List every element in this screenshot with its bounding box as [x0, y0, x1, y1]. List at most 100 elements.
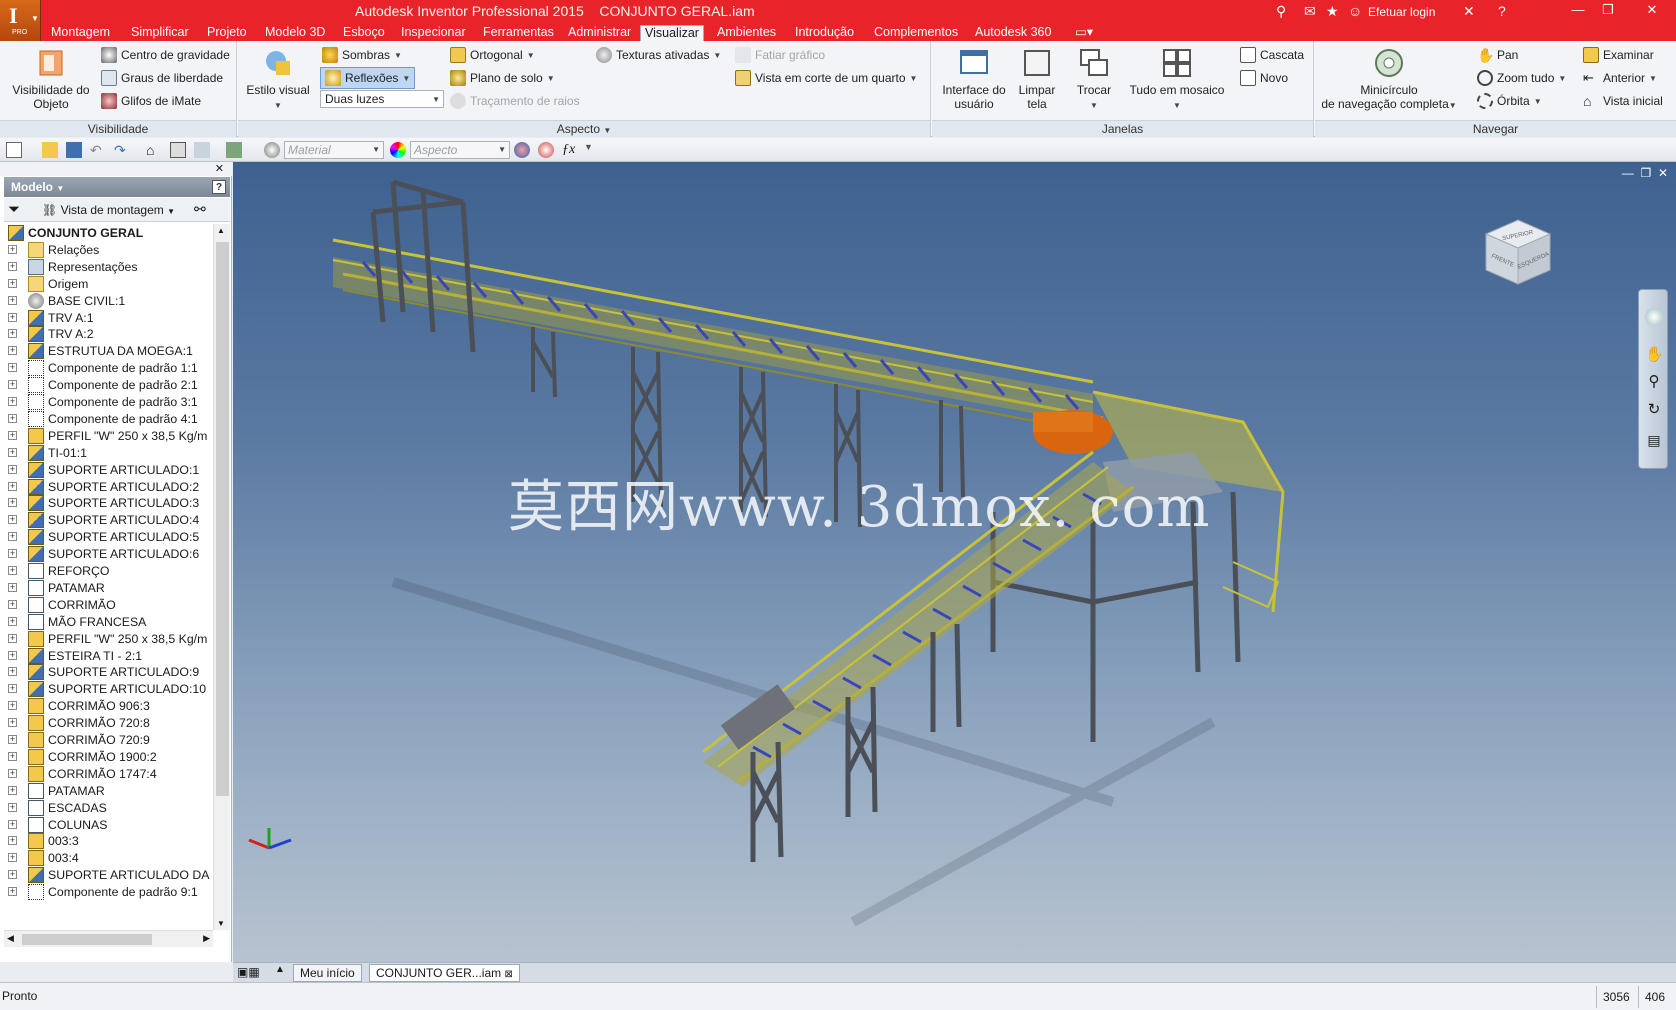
novo-button[interactable]: Novo: [1240, 70, 1288, 86]
expand-icon[interactable]: +: [8, 633, 17, 643]
minimize-icon[interactable]: —: [1622, 166, 1634, 180]
tab-ambientes[interactable]: Ambientes: [713, 25, 780, 41]
tab-conjunto-geral[interactable]: CONJUNTO GER...iam ⊠: [369, 964, 520, 982]
tree-node[interactable]: +003:3: [4, 832, 212, 850]
tree-node[interactable]: + SUPORTE ARTICULADO:9: [4, 663, 212, 681]
expand-icon[interactable]: +: [8, 718, 17, 728]
tab-visualizar[interactable]: Visualizar: [640, 25, 704, 41]
tree-node[interactable]: + TRV A:2: [4, 325, 212, 343]
select-mode-icon[interactable]: [226, 142, 242, 158]
tab-meu-inicio[interactable]: Meu início: [293, 964, 362, 982]
appearance-select[interactable]: Aspecto ▼: [410, 141, 510, 159]
home-icon[interactable]: ⌂: [146, 142, 162, 158]
open-documents-icon[interactable]: ▲: [275, 964, 285, 975]
tree-node[interactable]: + CORRIMÃO 906:3: [4, 697, 212, 715]
interface-usuario-button[interactable]: Interface do usuário: [938, 47, 1010, 111]
tree-node[interactable]: + REFORÇO: [4, 562, 212, 580]
object-visibility-button[interactable]: Visibilidade do Objeto: [6, 47, 96, 111]
expand-icon[interactable]: +: [8, 261, 17, 271]
viewcube[interactable]: SUPERIOR FRENTE ESQUERDA: [1478, 212, 1558, 292]
tab-esboco[interactable]: Esboço: [339, 25, 389, 41]
tree-node[interactable]: + Componente de padrão 1:1: [4, 359, 212, 377]
expand-icon[interactable]: +: [8, 836, 17, 846]
expand-icon[interactable]: +: [8, 701, 17, 711]
sombras-button[interactable]: Sombras ▼: [322, 47, 402, 63]
expand-icon[interactable]: +: [8, 346, 17, 356]
expand-icon[interactable]: +: [8, 735, 17, 744]
tile-windows-icon[interactable]: ▣▦: [237, 965, 260, 979]
tree-node[interactable]: +003:4: [4, 849, 212, 867]
tree-node[interactable]: + ESTRUTUA DA MOEGA:1: [4, 342, 212, 360]
estilo-visual-button[interactable]: Estilo visual ▼: [242, 47, 314, 113]
expand-icon[interactable]: +: [8, 244, 17, 254]
scroll-up-icon[interactable]: ▲: [217, 226, 225, 235]
scroll-left-icon[interactable]: ◀: [7, 933, 14, 944]
expand-icon[interactable]: +: [8, 785, 17, 795]
tree-node[interactable]: + COLUNAS: [4, 816, 212, 834]
find-binoculars-icon[interactable]: ⚯: [194, 201, 206, 218]
close-icon[interactable]: ✕: [215, 162, 224, 175]
limpar-tela-button[interactable]: Limpar tela: [1012, 47, 1062, 111]
tree-node[interactable]: + SUPORTE ARTICULADO:4: [4, 511, 212, 529]
tree-node[interactable]: + ESCADAS: [4, 799, 212, 817]
clear-appearance-icon[interactable]: [538, 142, 554, 158]
expand-icon[interactable]: +: [8, 295, 17, 305]
minicirculo-button[interactable]: Minicírculo de navegação completa▼: [1315, 47, 1463, 113]
ribbon-options-icon[interactable]: ▭▾: [1071, 25, 1097, 41]
expand-icon[interactable]: +: [8, 278, 17, 288]
tree-node[interactable]: + SUPORTE ARTICULADO:5: [4, 528, 212, 546]
expand-icon[interactable]: +: [8, 853, 17, 863]
tree-horizontal-scrollbar[interactable]: ◀ ▶: [4, 930, 213, 947]
tree-node[interactable]: + MÃO FRANCESA: [4, 613, 212, 631]
scroll-thumb[interactable]: [216, 242, 229, 796]
tree-node[interactable]: + Origem: [4, 275, 212, 293]
scroll-thumb[interactable]: [22, 934, 152, 945]
help-icon[interactable]: ?: [212, 180, 226, 194]
exchange-icon[interactable]: ✕: [1463, 3, 1475, 20]
tree-node[interactable]: + SUPORTE ARTICULADO DA TC: [4, 866, 212, 884]
expand-icon[interactable]: +: [8, 413, 17, 423]
tree-node[interactable]: + Componente de padrão 9:1: [4, 883, 212, 901]
expand-icon[interactable]: +: [8, 481, 17, 491]
vista-corte-button[interactable]: Vista em corte de um quarto ▼: [735, 70, 917, 86]
expand-icon[interactable]: +: [8, 329, 17, 339]
maximize-button[interactable]: ❐: [1593, 0, 1623, 20]
tree-node[interactable]: + ESTEIRA TI - 2:1: [4, 647, 212, 665]
zoom-icon[interactable]: ⚲: [1645, 372, 1663, 390]
plano-solo-button[interactable]: Plano de solo ▼: [450, 70, 555, 86]
expand-icon[interactable]: +: [8, 887, 17, 897]
conveyor-structure-model[interactable]: [233, 162, 1676, 962]
ortogonal-button[interactable]: Ortogonal ▼: [450, 47, 535, 63]
expand-icon[interactable]: +: [8, 616, 17, 626]
tree-vertical-scrollbar[interactable]: ▲ ▼: [213, 224, 230, 930]
vista-inicial-button[interactable]: ⌂ Vista inicial: [1583, 93, 1663, 109]
cascata-button[interactable]: Cascata: [1240, 47, 1304, 63]
minimize-button[interactable]: —: [1563, 0, 1593, 20]
expand-icon[interactable]: +: [8, 498, 17, 508]
restore-icon[interactable]: ❐: [1641, 166, 1652, 180]
tab-administrar[interactable]: Administrar: [564, 25, 635, 41]
tree-node[interactable]: + BASE CIVIL:1: [4, 292, 212, 310]
expand-icon[interactable]: +: [8, 363, 17, 373]
tree-node[interactable]: + SUPORTE ARTICULADO:6: [4, 545, 212, 563]
tree-node[interactable]: + CORRIMÃO: [4, 596, 212, 614]
material-select[interactable]: Material ▼: [284, 141, 384, 159]
expand-icon[interactable]: +: [8, 566, 17, 575]
tree-node[interactable]: + PATAMAR: [4, 782, 212, 800]
user-icon[interactable]: ☺: [1348, 3, 1362, 19]
zoom-tudo-button[interactable]: Zoom tudo ▼: [1477, 70, 1566, 86]
view-mode-select[interactable]: ⛓ Vista de montagem ▼: [42, 203, 175, 217]
expand-icon[interactable]: +: [8, 667, 17, 677]
pan-button[interactable]: ✋ Pan: [1477, 47, 1518, 63]
expand-icon[interactable]: +: [8, 549, 17, 559]
expand-icon[interactable]: +: [8, 397, 17, 406]
tab-introducao[interactable]: Introdução: [791, 25, 858, 41]
filter-icon[interactable]: ⏷: [8, 201, 20, 218]
tab-autodesk-360[interactable]: Autodesk 360: [971, 25, 1055, 41]
tree-node[interactable]: + Relações: [4, 241, 212, 259]
expand-icon[interactable]: +: [8, 447, 17, 457]
expand-icon[interactable]: +: [8, 532, 17, 542]
tree-node[interactable]: + TI-01:1: [4, 444, 212, 462]
orbita-button[interactable]: Órbita ▼: [1477, 93, 1542, 109]
expand-icon[interactable]: +: [8, 870, 17, 880]
